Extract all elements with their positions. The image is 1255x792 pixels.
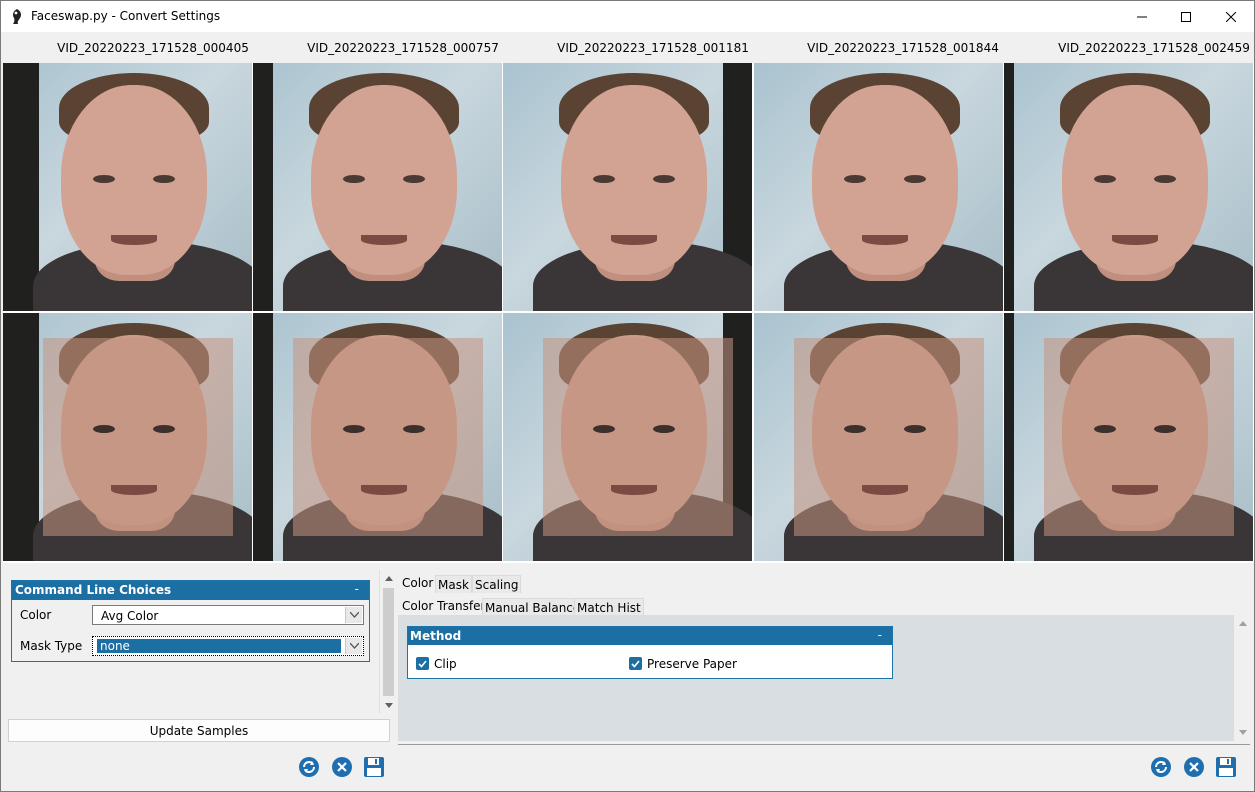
swapped-face-image: [3, 313, 252, 561]
tab-label: Color: [402, 576, 434, 590]
color-label: Color: [20, 608, 52, 622]
close-button[interactable]: [1208, 1, 1254, 32]
scroll-down-icon[interactable]: [380, 697, 397, 714]
faceswap-app-icon: [11, 8, 23, 25]
refresh-icon: [298, 756, 320, 781]
window-title: Faceswap.py - Convert Settings: [31, 9, 221, 23]
minimize-icon: [1137, 12, 1147, 22]
tab-color[interactable]: Color: [400, 574, 436, 592]
swapped-face-image: [253, 313, 502, 561]
group-title: Method: [410, 629, 462, 643]
original-face-image: [3, 63, 252, 311]
original-face-image: [754, 63, 1003, 311]
reset-icon: [331, 756, 353, 781]
color-value: Avg Color: [101, 609, 159, 623]
color-combobox[interactable]: Avg Color: [92, 605, 364, 625]
method-group: Method -: [407, 626, 893, 679]
mask-type-combobox[interactable]: none: [92, 636, 364, 656]
checkmark-icon: [631, 659, 640, 668]
divider: [398, 744, 1250, 745]
scroll-up-icon[interactable]: [1234, 615, 1251, 632]
frame-header: VID_20220223_171528_000757: [307, 41, 499, 55]
swapped-face-image: [1004, 313, 1253, 561]
tab-label: Manual Balance: [485, 601, 581, 615]
tab-label: Color Transfer: [402, 599, 486, 613]
save-button[interactable]: [1214, 756, 1238, 780]
collapse-toggle[interactable]: -: [878, 628, 882, 642]
frame-header: VID_20220223_171528_001181: [557, 41, 749, 55]
tab-scaling[interactable]: Scaling: [472, 575, 522, 593]
mask-type-label: Mask Type: [20, 639, 83, 653]
checkmark-icon: [418, 659, 427, 668]
close-icon: [1226, 11, 1236, 22]
refresh-icon: [1150, 756, 1172, 781]
tab-match-hist[interactable]: Match Hist: [574, 598, 644, 616]
minimize-button[interactable]: [1119, 1, 1165, 32]
tab-color-transfer[interactable]: Color Transfer: [400, 597, 488, 615]
group-title: Command Line Choices: [15, 583, 172, 597]
reset-button[interactable]: [1182, 756, 1206, 780]
reset-button[interactable]: [330, 756, 354, 780]
left-scrollbar[interactable]: [379, 570, 396, 714]
scroll-down-icon[interactable]: [1234, 724, 1251, 741]
tab-manual-balance[interactable]: Manual Balance: [482, 598, 584, 616]
save-icon: [363, 756, 385, 781]
maximize-button[interactable]: [1163, 1, 1209, 32]
preserve-paper-label[interactable]: Preserve Paper: [647, 657, 737, 671]
frame-header: VID_20220223_171528_002459: [1058, 41, 1250, 55]
preview-grid: [3, 63, 1254, 563]
chevron-down-icon[interactable]: [345, 638, 362, 654]
collapse-toggle[interactable]: -: [355, 582, 359, 596]
scroll-up-icon[interactable]: [380, 570, 397, 587]
mask-type-value: none: [100, 639, 130, 653]
refresh-button[interactable]: [1149, 756, 1173, 780]
refresh-button[interactable]: [297, 756, 321, 780]
save-icon: [1215, 756, 1237, 781]
clip-label[interactable]: Clip: [434, 657, 457, 671]
tab-mask[interactable]: Mask: [435, 575, 472, 593]
frame-header: VID_20220223_171528_001844: [807, 41, 999, 55]
scroll-thumb[interactable]: [383, 588, 394, 696]
original-face-image: [253, 63, 502, 311]
chevron-down-icon[interactable]: [345, 607, 362, 623]
save-button[interactable]: [362, 756, 386, 780]
preserve-paper-checkbox[interactable]: [629, 657, 642, 670]
tab-label: Mask: [438, 578, 469, 592]
maximize-icon: [1181, 11, 1191, 22]
reset-icon: [1183, 756, 1205, 781]
frame-header: VID_20220223_171528_000405: [57, 41, 249, 55]
convert-settings-window: Faceswap.py - Convert Settings VID_20220…: [0, 0, 1255, 792]
tab-label: Scaling: [475, 578, 519, 592]
original-face-image: [1004, 63, 1253, 311]
tab-label: Match Hist: [577, 601, 641, 615]
title-bar[interactable]: Faceswap.py - Convert Settings: [1, 1, 1254, 32]
swapped-face-image: [754, 313, 1003, 561]
original-face-image: [503, 63, 752, 311]
right-scrollbar[interactable]: [1234, 615, 1250, 741]
swapped-face-image: [503, 313, 752, 561]
clip-checkbox[interactable]: [416, 657, 429, 670]
group-header[interactable]: Method -: [408, 627, 892, 645]
group-header[interactable]: Command Line Choices -: [12, 581, 369, 600]
update-samples-button[interactable]: Update Samples: [8, 719, 390, 742]
